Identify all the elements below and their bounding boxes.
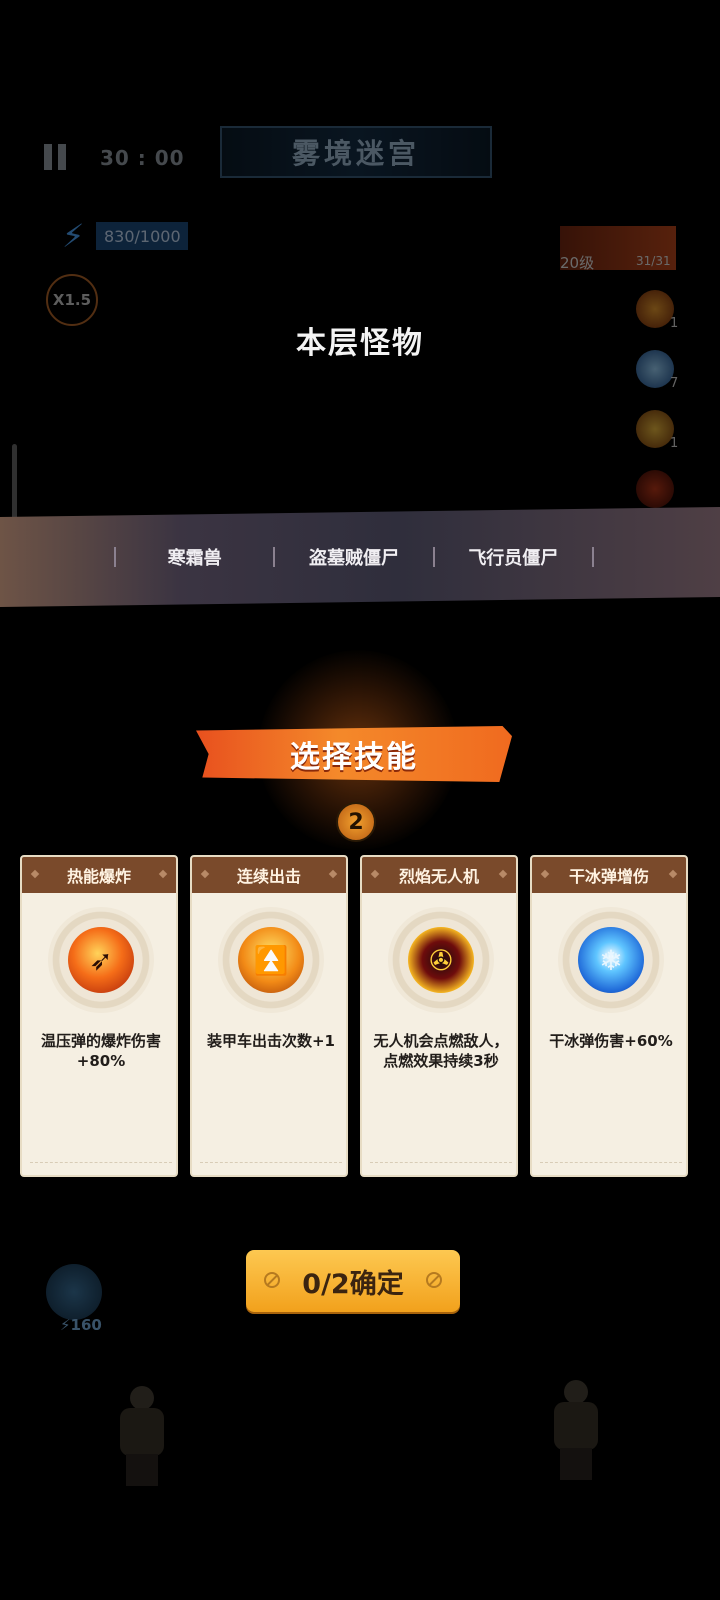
select-skill-title: 选择技能 xyxy=(290,740,418,775)
incendiary-shell-icon: ➶ xyxy=(68,927,134,993)
energy-value: 830/1000 xyxy=(104,226,181,246)
monster-list: 寒霜兽 盗墓贼僵尸 飞行员僵尸 xyxy=(114,540,594,574)
skill-card[interactable]: 烈焰无人机 ✇ 无人机会点燃敌人，点燃效果持续3秒 xyxy=(360,855,518,1177)
card-footer xyxy=(540,1162,682,1167)
floor-monsters-title: 本层怪物 xyxy=(296,326,424,361)
card-description: 温压弹的爆炸伤害+80% xyxy=(40,1032,161,1070)
card-title: 连续出击 xyxy=(236,867,301,886)
weapon-level: 20级 xyxy=(560,254,595,272)
divider xyxy=(591,547,594,567)
skill-card[interactable]: 热能爆炸 ➶ 温压弹的爆炸伤害+80% xyxy=(20,855,178,1177)
card-title: 热能爆炸 xyxy=(66,867,131,886)
ban-icon xyxy=(426,1272,442,1288)
card-description: 装甲车出击次数+1 xyxy=(206,1032,335,1050)
skill-card[interactable]: 干冰弹增伤 ❄ 干冰弹伤害+60% xyxy=(530,855,688,1177)
confirm-label: 0/2确定 xyxy=(302,1268,404,1300)
pick-count-badge: 2 xyxy=(336,802,376,842)
soldier-right xyxy=(546,1380,606,1480)
slot-count: 1 xyxy=(670,436,679,451)
game-timer: 30 : 00 xyxy=(100,146,185,170)
slot-count: 7 xyxy=(670,376,679,391)
ban-icon xyxy=(264,1272,280,1288)
skill-card[interactable]: 连续出击 ⏫ 装甲车出击次数+1 xyxy=(190,855,348,1177)
tower-icon[interactable] xyxy=(46,1264,102,1320)
tower-cost: ⚡160 xyxy=(60,1316,102,1334)
drone-icon[interactable] xyxy=(636,470,674,508)
card-description: 无人机会点燃敌人，点燃效果持续3秒 xyxy=(373,1032,509,1070)
armored-car-icon: ⏫ xyxy=(238,927,304,993)
confirm-button[interactable]: 0/2确定 xyxy=(246,1250,460,1312)
card-title: 干冰弹增伤 xyxy=(568,867,649,886)
energy-bar: 830/1000 xyxy=(96,222,188,250)
monster-name: 寒霜兽 xyxy=(167,548,222,569)
tower-cost-value: 160 xyxy=(70,1316,102,1334)
monster-name: 盗墓贼僵尸 xyxy=(308,548,399,569)
dry-ice-bullet-icon: ❄ xyxy=(578,927,644,993)
armor-icon[interactable] xyxy=(636,410,674,448)
select-skill-banner: 选择技能 xyxy=(196,726,512,782)
monster-name: 飞行员僵尸 xyxy=(468,548,559,569)
flame-drone-icon: ✇ xyxy=(408,927,474,993)
card-header: 连续出击 xyxy=(192,857,346,893)
pause-icon[interactable] xyxy=(44,144,68,170)
weapon-ammo: 31/31 xyxy=(636,254,671,268)
card-header: 干冰弹增伤 xyxy=(532,857,686,893)
soldier-left xyxy=(112,1386,172,1486)
card-footer xyxy=(30,1162,172,1167)
level-title: 雾境迷宫 xyxy=(291,137,420,170)
card-header: 烈焰无人机 xyxy=(362,857,516,893)
card-header: 热能爆炸 xyxy=(22,857,176,893)
energy-bolt-icon: ⚡ xyxy=(62,217,85,255)
card-footer xyxy=(370,1162,512,1167)
card-title: 烈焰无人机 xyxy=(398,867,479,886)
level-title-banner: 雾境迷宫 xyxy=(220,126,492,178)
card-description: 干冰弹伤害+60% xyxy=(549,1032,673,1050)
card-footer xyxy=(200,1162,342,1167)
